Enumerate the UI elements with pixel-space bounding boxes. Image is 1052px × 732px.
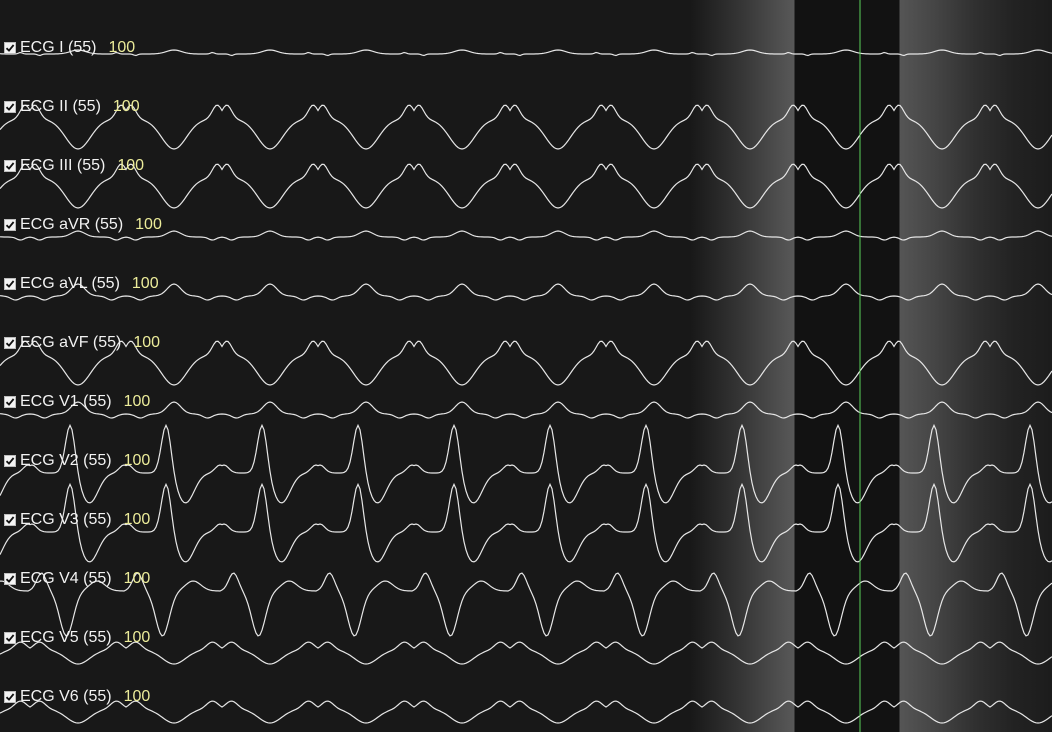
checkbox-checked-icon bbox=[5, 457, 15, 465]
checkbox-checked-icon bbox=[5, 103, 15, 111]
checkbox-checked-icon bbox=[5, 339, 15, 347]
channel-checkbox[interactable] bbox=[4, 632, 16, 644]
channel-row[interactable]: ECG V6 (55) 100 bbox=[4, 688, 150, 706]
channel-checkbox[interactable] bbox=[4, 691, 16, 703]
checkbox-checked-icon bbox=[5, 634, 15, 642]
checkbox-checked-icon bbox=[5, 693, 15, 701]
checkbox-checked-icon bbox=[5, 280, 15, 288]
channel-row[interactable]: ECG aVR (55) 100 bbox=[4, 216, 162, 234]
lead-label: ECG I (55) bbox=[20, 39, 97, 56]
channel-checkbox[interactable] bbox=[4, 278, 16, 290]
lead-label: ECG V6 (55) bbox=[20, 688, 112, 705]
channel-list: ECG I (55) 100 ECG II (55) 100 ECG III (55) 1… bbox=[0, 0, 220, 732]
lead-scale: 100 bbox=[135, 216, 162, 233]
ecg-viewer: ECG I (55) 100 ECG II (55) 100 ECG III (55) 1… bbox=[0, 0, 1052, 732]
checkbox-checked-icon bbox=[5, 575, 15, 583]
channel-checkbox[interactable] bbox=[4, 219, 16, 231]
channel-checkbox[interactable] bbox=[4, 42, 16, 54]
channel-row[interactable]: ECG V5 (55) 100 bbox=[4, 629, 150, 647]
channel-row[interactable]: ECG V2 (55) 100 bbox=[4, 452, 150, 470]
lead-scale: 100 bbox=[123, 511, 151, 528]
channel-checkbox[interactable] bbox=[4, 337, 16, 349]
lead-label: ECG aVL (55) bbox=[20, 275, 120, 292]
channel-checkbox[interactable] bbox=[4, 101, 16, 113]
lead-scale: 100 bbox=[131, 275, 159, 292]
lead-scale: 100 bbox=[133, 334, 161, 351]
lead-scale: 100 bbox=[123, 393, 151, 410]
channel-row[interactable]: ECG V4 (55) 100 bbox=[4, 570, 150, 588]
lead-label: ECG aVF (55) bbox=[20, 334, 122, 351]
channel-checkbox[interactable] bbox=[4, 573, 16, 585]
lead-scale: 100 bbox=[108, 39, 136, 56]
lead-label: ECG V5 (55) bbox=[20, 629, 112, 646]
lead-scale: 100 bbox=[123, 688, 151, 705]
channel-row[interactable]: ECG V1 (55) 100 bbox=[4, 393, 150, 411]
channel-row[interactable]: ECG aVL (55) 100 bbox=[4, 275, 159, 293]
channel-row[interactable]: ECG V3 (55) 100 bbox=[4, 511, 150, 529]
lead-label: ECG V1 (55) bbox=[20, 393, 112, 410]
channel-row[interactable]: ECG II (55) 100 bbox=[4, 98, 140, 116]
lead-label: ECG V2 (55) bbox=[20, 452, 112, 469]
lead-scale: 100 bbox=[123, 629, 151, 646]
lead-label: ECG II (55) bbox=[20, 98, 101, 115]
lead-label: ECG V3 (55) bbox=[20, 511, 112, 528]
channel-row[interactable]: ECG III (55) 100 bbox=[4, 157, 144, 175]
lead-scale: 100 bbox=[112, 98, 140, 115]
checkbox-checked-icon bbox=[5, 516, 15, 524]
channel-row[interactable]: ECG I (55) 100 bbox=[4, 39, 135, 57]
lead-scale: 100 bbox=[117, 157, 145, 174]
checkbox-checked-icon bbox=[5, 398, 15, 406]
lead-label: ECG V4 (55) bbox=[20, 570, 112, 587]
channel-checkbox[interactable] bbox=[4, 396, 16, 408]
lead-label: ECG aVR (55) bbox=[20, 216, 124, 233]
lead-scale: 100 bbox=[123, 570, 151, 587]
channel-checkbox[interactable] bbox=[4, 455, 16, 467]
checkbox-checked-icon bbox=[5, 221, 15, 229]
lead-label: ECG III (55) bbox=[20, 157, 106, 174]
checkbox-checked-icon bbox=[5, 162, 15, 170]
checkbox-checked-icon bbox=[5, 44, 15, 52]
channel-checkbox[interactable] bbox=[4, 514, 16, 526]
channel-row[interactable]: ECG aVF (55) 100 bbox=[4, 334, 160, 352]
lead-scale: 100 bbox=[123, 452, 151, 469]
channel-checkbox[interactable] bbox=[4, 160, 16, 172]
